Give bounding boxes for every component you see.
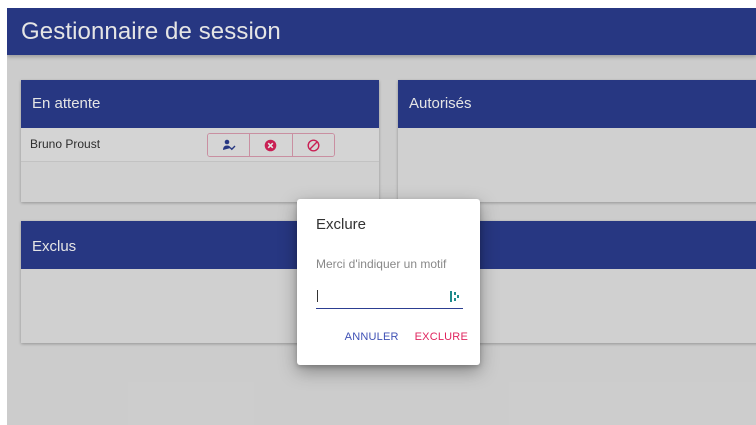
exclude-dialog: Exclure Merci d'indiquer un motif ANNULE… bbox=[297, 199, 480, 365]
reason-field[interactable] bbox=[316, 287, 463, 309]
text-caret bbox=[317, 290, 318, 302]
cancel-button[interactable]: ANNULER bbox=[345, 331, 399, 343]
input-extension-icon[interactable] bbox=[450, 291, 460, 302]
confirm-exclude-button[interactable]: EXCLURE bbox=[415, 331, 468, 343]
dialog-title: Exclure bbox=[316, 216, 367, 233]
dialog-actions: ANNULER EXCLURE bbox=[345, 331, 468, 343]
dialog-message: Merci d'indiquer un motif bbox=[316, 257, 447, 271]
session-manager-page: Gestionnaire de session En attente Bruno… bbox=[7, 8, 756, 425]
reason-input[interactable] bbox=[316, 287, 441, 307]
